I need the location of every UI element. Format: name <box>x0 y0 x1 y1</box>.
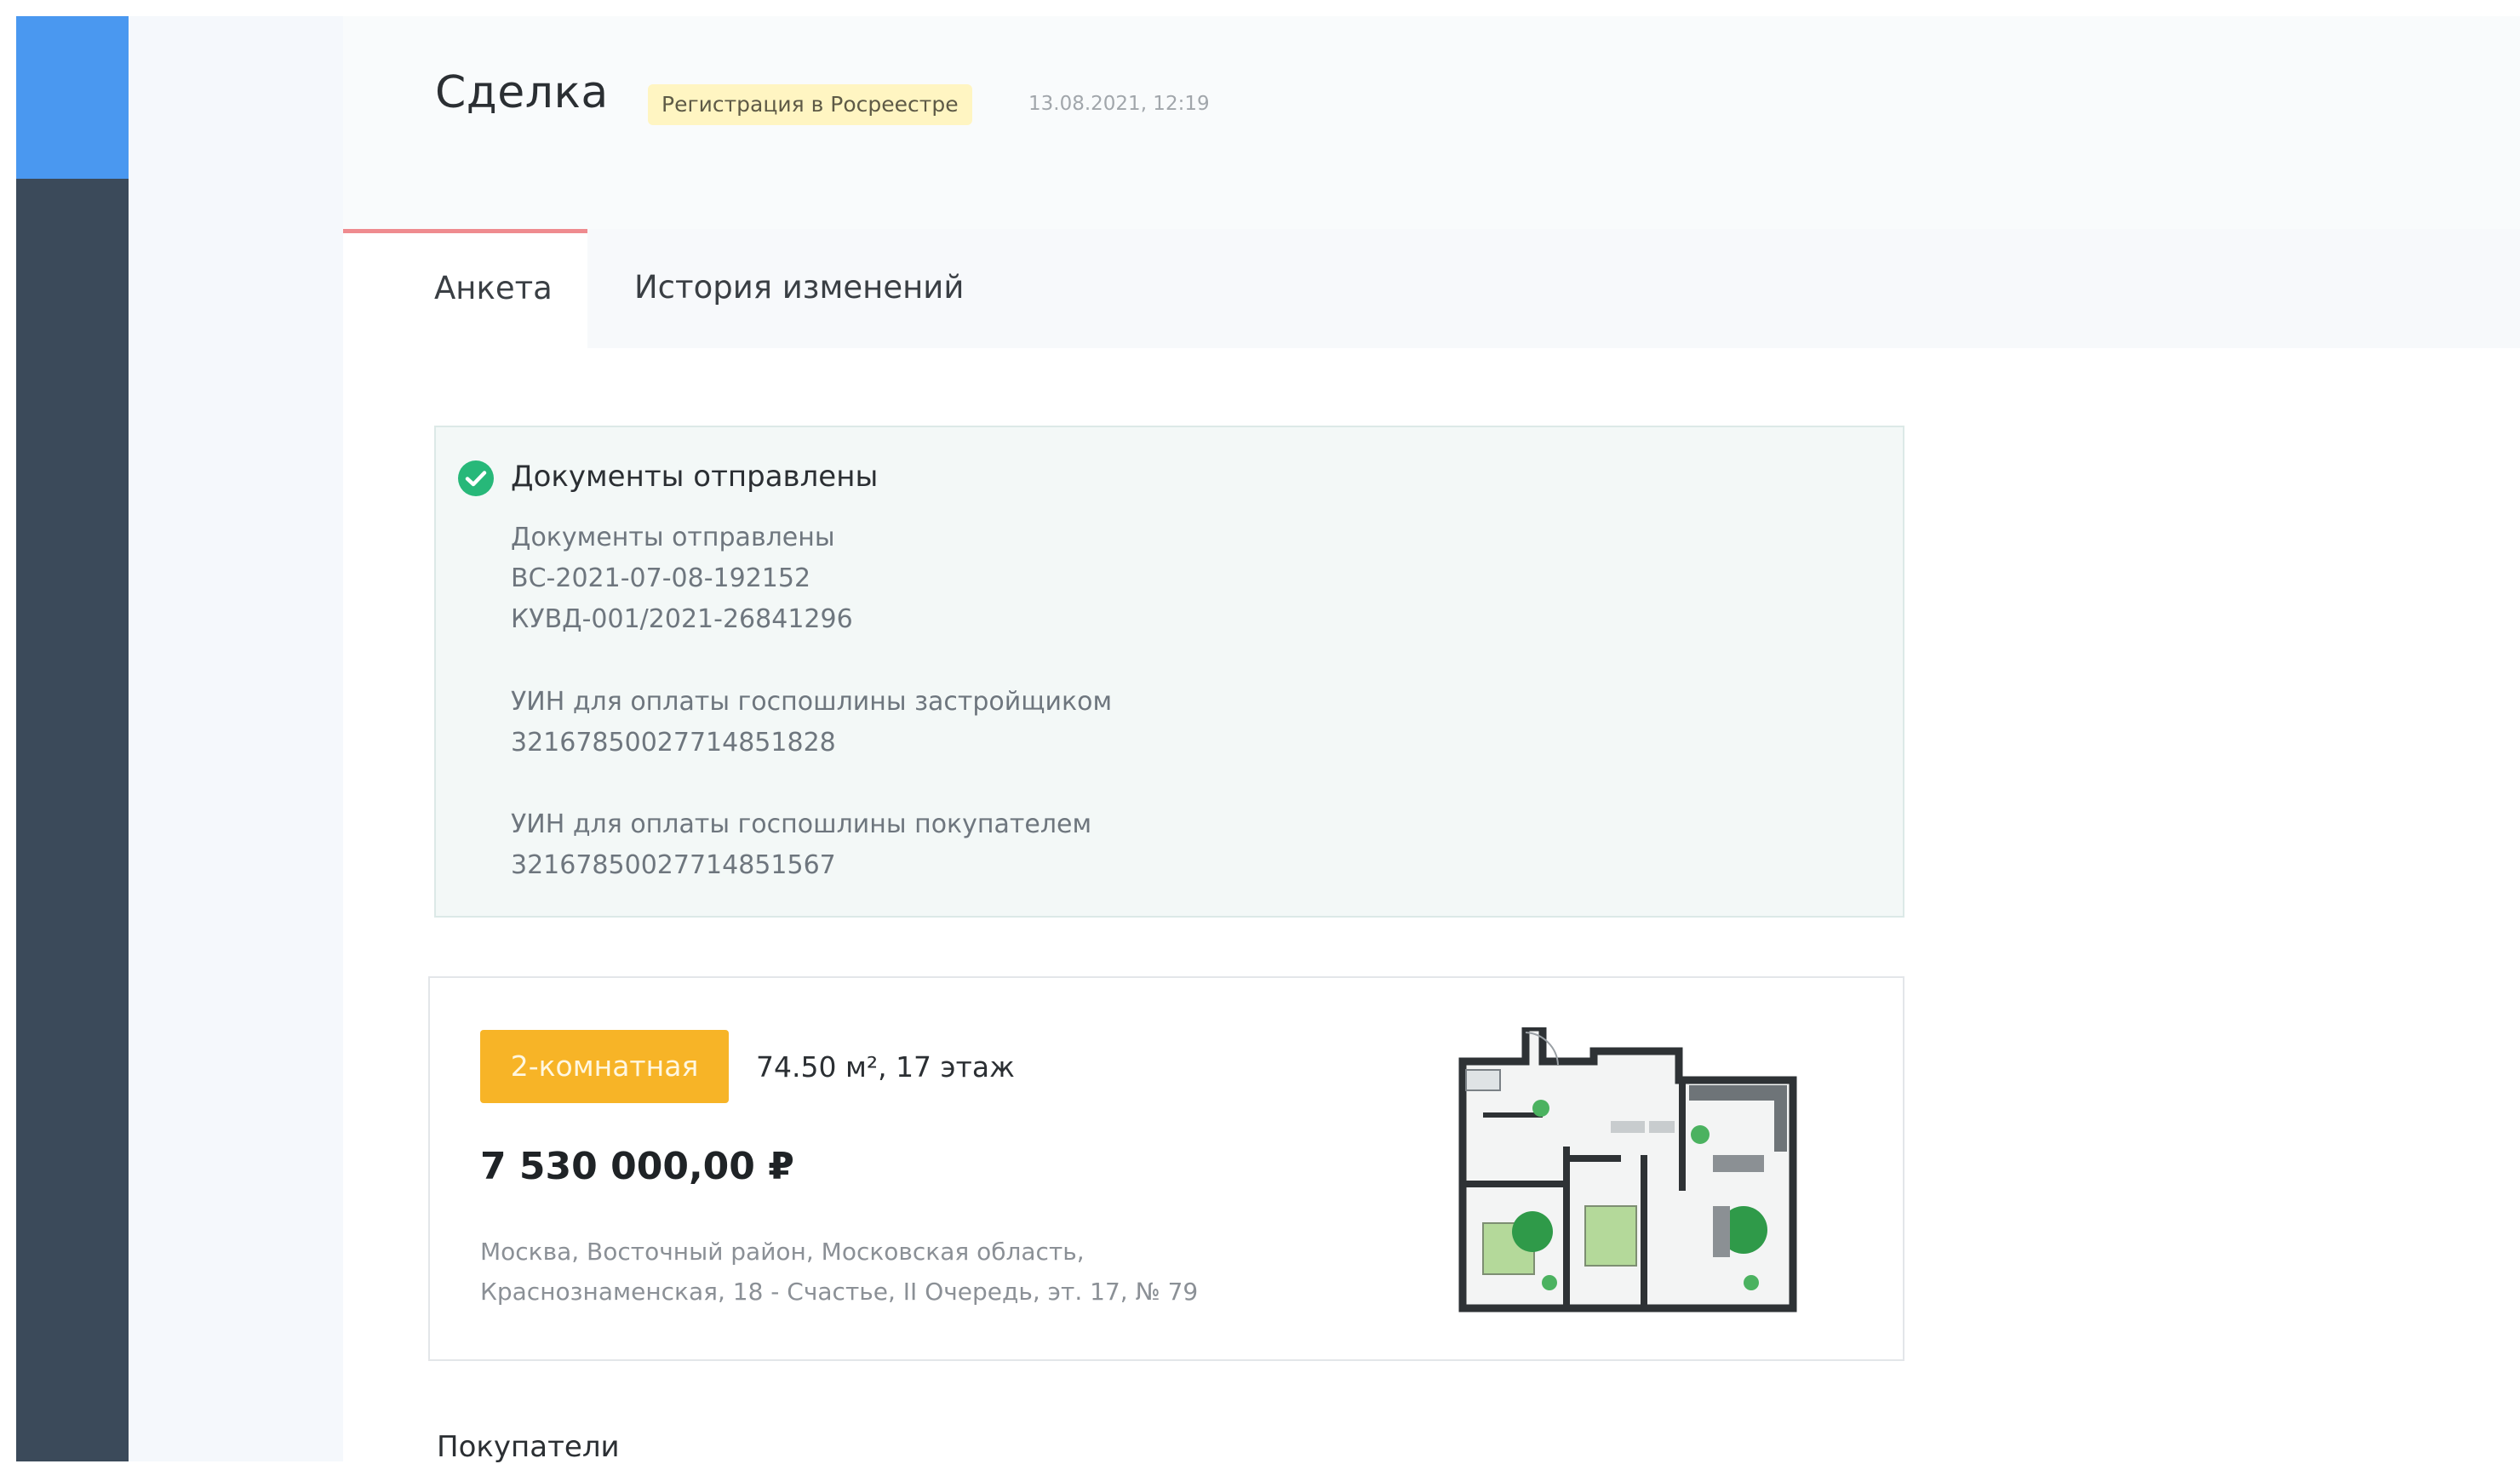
documents-status-card: Документы отправлены Документы отправлен… <box>434 426 1904 918</box>
page-header: Сделка Регистрация в Росреестре 13.08.20… <box>343 16 2520 229</box>
deal-timestamp: 13.08.2021, 12:19 <box>1028 93 1210 115</box>
top-strip <box>0 0 2520 16</box>
kuvd-number: КУВД-001/2021-26841296 <box>511 604 853 634</box>
documents-status-text: Документы отправлены <box>511 523 835 552</box>
sub-navigation-panel <box>129 16 343 1461</box>
developer-uin-label: УИН для оплаты госпошлины застройщиком <box>511 687 1113 717</box>
sidebar-logo-block[interactable] <box>16 16 129 179</box>
status-badge: Регистрация в Росреестре <box>648 84 972 125</box>
tab-change-history[interactable]: История изменений <box>634 229 964 348</box>
tab-bar: Анкета История изменений <box>343 229 2520 348</box>
address-line-2: Краснознаменская, 18 - Счастье, II Очере… <box>480 1278 1199 1306</box>
tab-questionnaire[interactable]: Анкета <box>343 229 587 348</box>
registration-request-number: ВС-2021-07-08-192152 <box>511 563 811 593</box>
developer-uin-value: 32167850027714851828 <box>511 728 836 758</box>
documents-status-title: Документы отправлены <box>511 460 879 494</box>
rooms-badge: 2-комнатная <box>480 1030 729 1103</box>
area-floor-text: 74.50 м², 17 этаж <box>756 1050 1015 1084</box>
sidebar <box>16 16 129 1461</box>
check-circle-icon <box>458 460 494 496</box>
buyer-uin-label: УИН для оплаты госпошлины покупателем <box>511 809 1092 839</box>
address-line-1: Москва, Восточный район, Московская обла… <box>480 1238 1085 1266</box>
floor-plan-image[interactable] <box>1458 1027 1798 1313</box>
apartment-card[interactable]: 2-комнатная 74.50 м², 17 этаж 7 530 000,… <box>428 976 1904 1361</box>
page-title: Сделка <box>435 67 609 118</box>
buyer-uin-value: 32167850027714851567 <box>511 850 836 880</box>
buyers-section-title: Покупатели <box>437 1430 620 1464</box>
apartment-price: 7 530 000,00 ₽ <box>480 1145 794 1188</box>
